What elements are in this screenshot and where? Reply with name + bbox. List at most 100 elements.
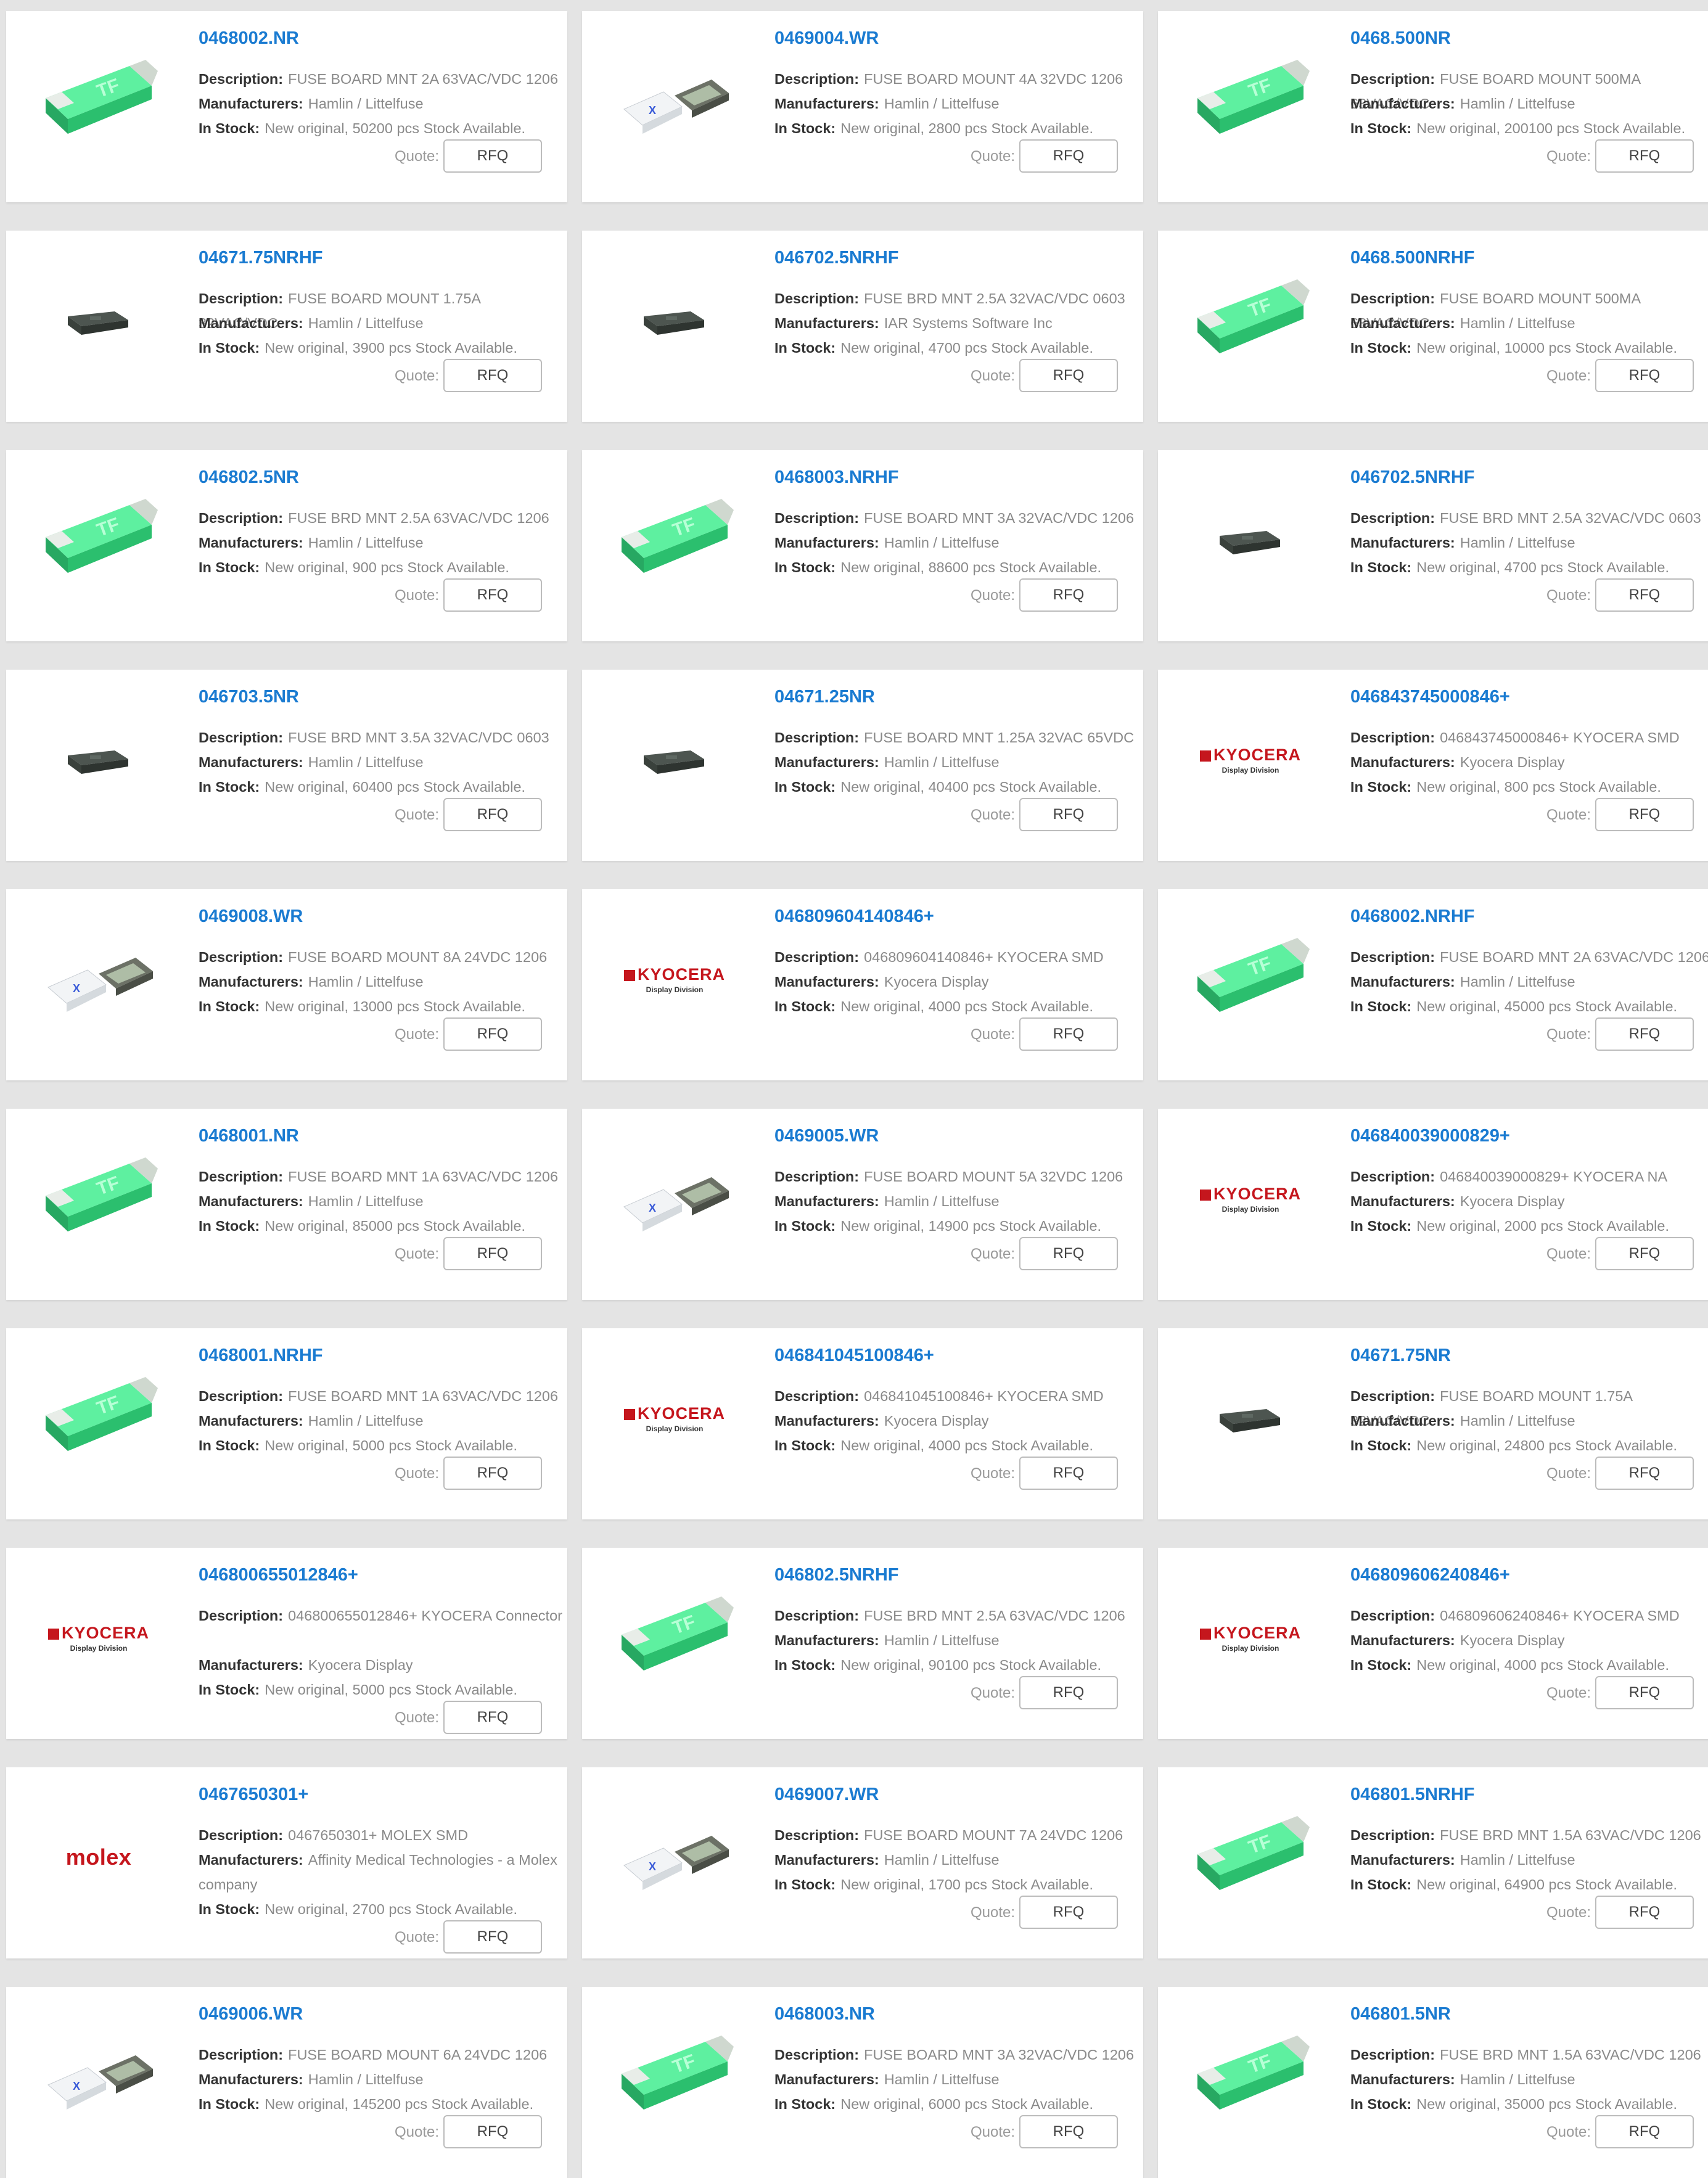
rfq-button[interactable]: RFQ [1019, 578, 1118, 612]
product-image[interactable]: TF [31, 1131, 166, 1267]
part-number-link[interactable]: 0469004.WR [774, 28, 879, 49]
stock-value: New original, 45000 pcs Stock Available. [1416, 998, 1678, 1014]
rfq-button[interactable]: RFQ [1595, 2115, 1694, 2148]
product-image[interactable] [1183, 472, 1318, 608]
part-number-link[interactable]: 046841045100846+ [774, 1346, 934, 1366]
rfq-button[interactable]: RFQ [1019, 139, 1118, 173]
product-image[interactable] [31, 692, 166, 828]
rfq-button[interactable]: RFQ [1595, 1457, 1694, 1490]
product-image[interactable]: TF [1183, 2009, 1318, 2145]
product-image[interactable]: X [31, 2009, 166, 2145]
product-image[interactable]: TF [607, 472, 742, 608]
part-number-link[interactable]: 0468001.NRHF [199, 1346, 323, 1366]
description-value: FUSE BOARD MNT 3A 32VAC/VDC 1206 [864, 2047, 1135, 2063]
rfq-button[interactable]: RFQ [443, 798, 542, 831]
rfq-button[interactable]: RFQ [1595, 1017, 1694, 1051]
part-number-link[interactable]: 0469005.WR [774, 1126, 879, 1146]
product-image[interactable]: KYOCERA Display Division [1183, 692, 1318, 828]
rfq-button[interactable]: RFQ [1019, 1896, 1118, 1929]
product-image[interactable] [1183, 1350, 1318, 1486]
rfq-button[interactable]: RFQ [1595, 798, 1694, 831]
rfq-button[interactable]: RFQ [1019, 2115, 1118, 2148]
rfq-button[interactable]: RFQ [443, 139, 542, 173]
rfq-button[interactable]: RFQ [1019, 359, 1118, 392]
part-number-link[interactable]: 0468.500NRHF [1350, 248, 1475, 268]
product-image[interactable]: KYOCERA Display Division [1183, 1131, 1318, 1267]
part-number-link[interactable]: 046801.5NR [1350, 2004, 1451, 2024]
part-number-link[interactable]: 046802.5NR [199, 467, 299, 488]
product-image[interactable]: KYOCERA Display Division [607, 1350, 742, 1486]
rfq-button[interactable]: RFQ [1019, 1676, 1118, 1709]
description-label: Description: [774, 1169, 860, 1185]
part-number-link[interactable]: 046801.5NRHF [1350, 1785, 1475, 1805]
product-image[interactable]: TF [607, 1570, 742, 1706]
product-image[interactable]: TF [1183, 1790, 1318, 1925]
part-number-link[interactable]: 0468003.NRHF [774, 467, 899, 488]
rfq-button[interactable]: RFQ [1019, 798, 1118, 831]
rfq-button[interactable]: RFQ [443, 2115, 542, 2148]
product-image[interactable] [607, 692, 742, 828]
stock-label: In Stock: [199, 1901, 260, 1917]
part-number-link[interactable]: 0468002.NR [199, 28, 299, 49]
product-image[interactable]: X [31, 911, 166, 1047]
rfq-button[interactable]: RFQ [1595, 1237, 1694, 1270]
stock-value: New original, 60400 pcs Stock Available. [265, 779, 526, 795]
rfq-button[interactable]: RFQ [443, 578, 542, 612]
rfq-button[interactable]: RFQ [443, 1017, 542, 1051]
product-image[interactable]: X [607, 33, 742, 169]
part-number-link[interactable]: 04671.25NR [774, 687, 875, 707]
part-number-link[interactable]: 0467650301+ [199, 1785, 308, 1805]
rfq-button[interactable]: RFQ [443, 359, 542, 392]
green-fuse-image: TF [1197, 279, 1310, 353]
rfq-button[interactable]: RFQ [1019, 1017, 1118, 1051]
part-number-link[interactable]: 0469007.WR [774, 1785, 879, 1805]
product-image[interactable]: KYOCERA Display Division [31, 1570, 166, 1706]
part-number-link[interactable]: 046843745000846+ [1350, 687, 1510, 707]
part-number-link[interactable]: 046702.5NRHF [1350, 467, 1475, 488]
part-number-link[interactable]: 0469008.WR [199, 906, 303, 927]
part-number-link[interactable]: 0468002.NRHF [1350, 906, 1475, 927]
part-number-link[interactable]: 0468001.NR [199, 1126, 299, 1146]
product-image[interactable] [607, 253, 742, 388]
rfq-button[interactable]: RFQ [1595, 139, 1694, 173]
product-image[interactable] [31, 253, 166, 388]
product-image[interactable]: TF [31, 472, 166, 608]
part-number-link[interactable]: 046840039000829+ [1350, 1126, 1510, 1146]
part-number-link[interactable]: 0468.500NR [1350, 28, 1451, 49]
product-image[interactable]: TF [31, 1350, 166, 1486]
rfq-button[interactable]: RFQ [1019, 1457, 1118, 1490]
part-number-link[interactable]: 046802.5NRHF [774, 1565, 899, 1585]
product-image[interactable]: KYOCERA Display Division [1183, 1570, 1318, 1706]
part-number-link[interactable]: 0469006.WR [199, 2004, 303, 2024]
rfq-button[interactable]: RFQ [1595, 1676, 1694, 1709]
part-number-link[interactable]: 046809606240846+ [1350, 1565, 1510, 1585]
product-image[interactable]: molex [31, 1790, 166, 1925]
product-image[interactable]: TF [1183, 911, 1318, 1047]
part-number-link[interactable]: 046809604140846+ [774, 906, 934, 927]
rfq-button[interactable]: RFQ [443, 1701, 542, 1734]
product-image[interactable]: X [607, 1790, 742, 1925]
rfq-button[interactable]: RFQ [1595, 359, 1694, 392]
product-image[interactable]: TF [31, 33, 166, 169]
part-number-link[interactable]: 046800655012846+ [199, 1565, 358, 1585]
part-number-link[interactable]: 0468003.NR [774, 2004, 875, 2024]
rfq-button[interactable]: RFQ [1595, 1896, 1694, 1929]
part-number-link[interactable]: 046703.5NR [199, 687, 299, 707]
stock-value: New original, 50200 pcs Stock Available. [265, 120, 526, 136]
rfq-button[interactable]: RFQ [443, 1457, 542, 1490]
product-image[interactable]: KYOCERA Display Division [607, 911, 742, 1047]
part-number-link[interactable]: 04671.75NRHF [199, 248, 323, 268]
product-image[interactable]: TF [1183, 253, 1318, 388]
rfq-button[interactable]: RFQ [1019, 1237, 1118, 1270]
part-number-link[interactable]: 04671.75NR [1350, 1346, 1451, 1366]
quote-label: Quote: [1546, 1904, 1591, 1921]
product-image[interactable]: TF [1183, 33, 1318, 169]
part-number-link[interactable]: 046702.5NRHF [774, 248, 899, 268]
rfq-button[interactable]: RFQ [443, 1920, 542, 1954]
rfq-button[interactable]: RFQ [443, 1237, 542, 1270]
svg-text:X: X [73, 982, 80, 995]
quote-label: Quote: [971, 368, 1016, 384]
product-image[interactable]: X [607, 1131, 742, 1267]
product-image[interactable]: TF [607, 2009, 742, 2145]
rfq-button[interactable]: RFQ [1595, 578, 1694, 612]
